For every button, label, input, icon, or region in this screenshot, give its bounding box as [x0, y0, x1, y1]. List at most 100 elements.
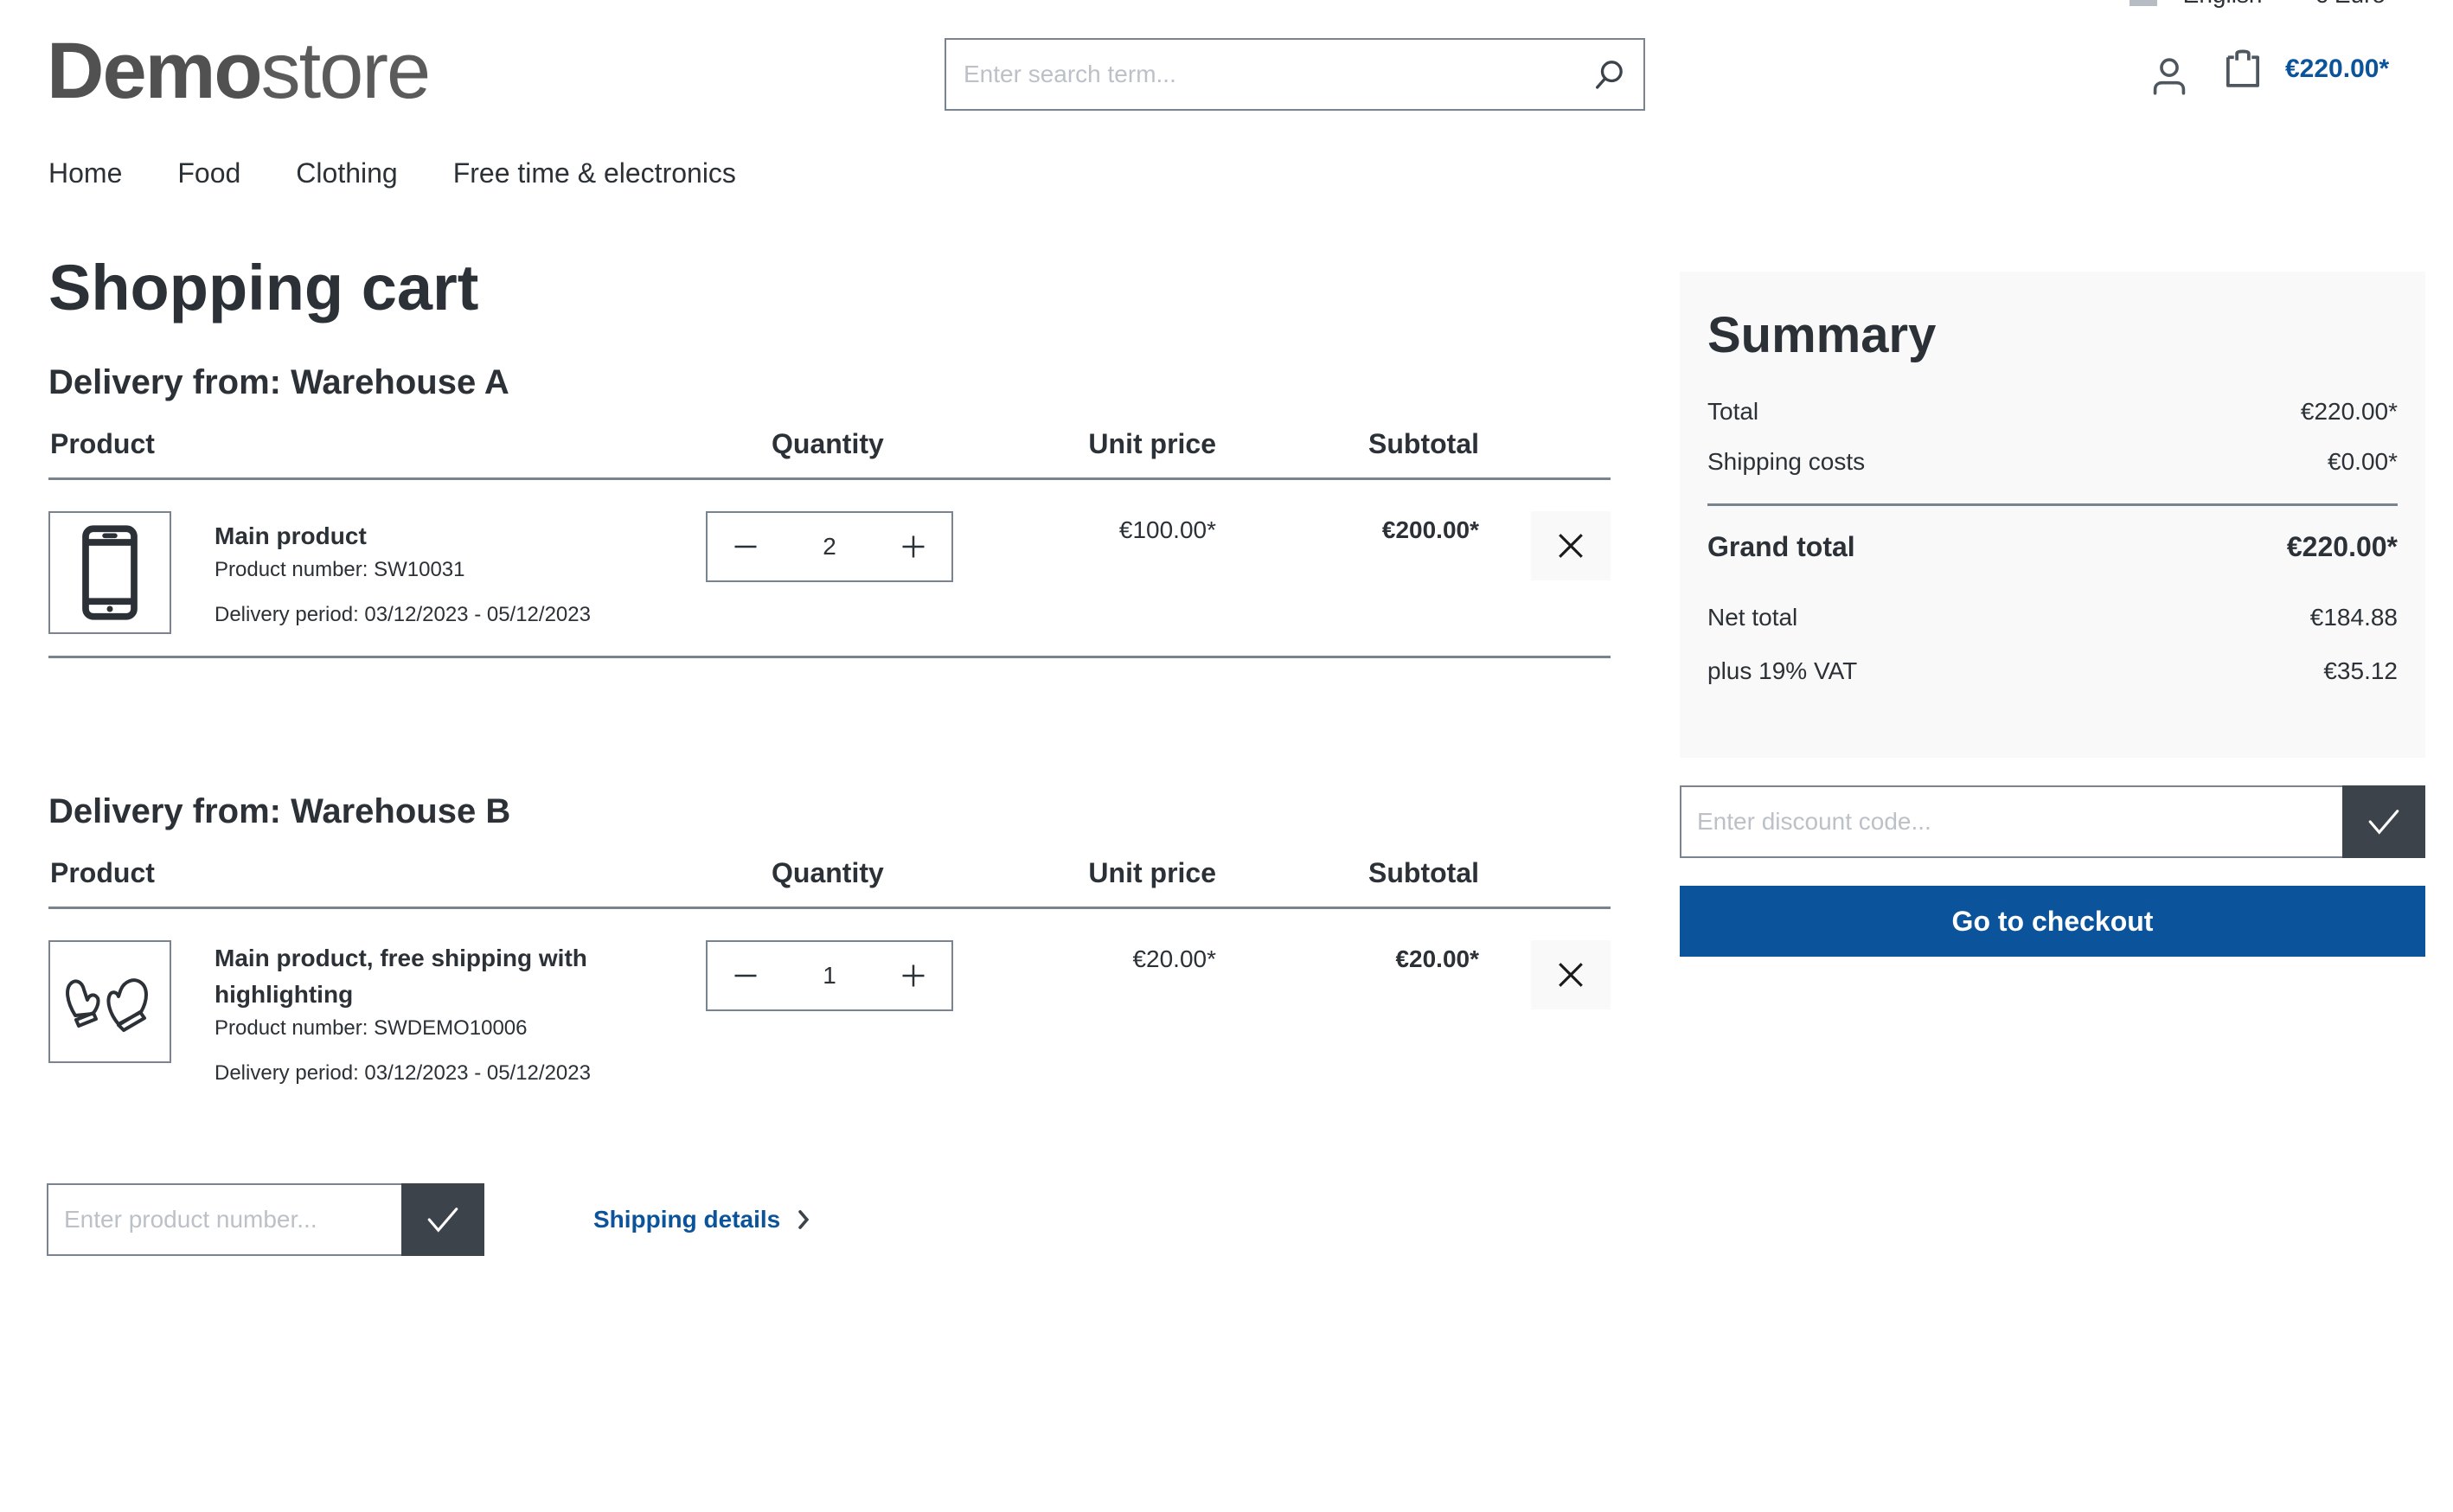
- search-bar: [945, 38, 1645, 111]
- checkmark-icon: [427, 1208, 458, 1233]
- close-icon: [1559, 534, 1583, 558]
- increase-quantity-button[interactable]: [896, 958, 931, 993]
- plus-icon: [902, 964, 925, 987]
- total-label: Total: [1707, 398, 1759, 425]
- page-title: Shopping cart: [48, 252, 479, 324]
- delivery-period: Delivery period: 03/12/2023 - 05/12/2023: [215, 1061, 591, 1085]
- nav-item-free-time-electronics[interactable]: Free time & electronics: [453, 157, 736, 189]
- row-divider: [48, 656, 1611, 658]
- product-image[interactable]: [48, 940, 171, 1063]
- total-value: €220.00*: [2300, 398, 2398, 425]
- discount-code-input[interactable]: [1680, 785, 2342, 858]
- subtotal: €200.00*: [1381, 516, 1479, 543]
- subtotal: €20.00*: [1395, 945, 1479, 972]
- nav-item-clothing[interactable]: Clothing: [296, 157, 397, 189]
- language-selector[interactable]: English: [2129, 0, 2263, 9]
- product-image[interactable]: [48, 511, 171, 634]
- quantity-value[interactable]: 2: [823, 533, 836, 561]
- plus-icon: [902, 535, 925, 558]
- summary-divider: [1707, 503, 2398, 506]
- header-unit-price: Unit price: [1088, 428, 1216, 459]
- summary-vat-row: plus 19% VAT €35.12: [1707, 657, 2398, 685]
- smartphone-icon: [82, 525, 138, 620]
- search-button[interactable]: [1574, 40, 1643, 109]
- delivery-title: Delivery from: Warehouse B: [48, 792, 511, 830]
- account-button[interactable]: [2145, 52, 2194, 100]
- go-to-checkout-button[interactable]: Go to checkout: [1680, 886, 2425, 957]
- product-name[interactable]: Main product: [215, 518, 591, 554]
- summary-grand-total-row: Grand total €220.00*: [1707, 531, 2398, 563]
- header-product: Product: [50, 857, 155, 888]
- header-product: Product: [50, 428, 155, 459]
- search-input[interactable]: [946, 40, 1574, 109]
- summary-title: Summary: [1707, 307, 1937, 363]
- currency-selector[interactable]: € Euro: [2315, 0, 2386, 9]
- unit-price: €100.00*: [1118, 516, 1216, 543]
- shipping-costs-label: Shipping costs: [1707, 448, 1866, 475]
- quantity-value[interactable]: 1: [823, 962, 836, 990]
- product-info: Main product, free shipping with highlig…: [215, 940, 612, 1089]
- product-info: Main product Product number: SW10031 Del…: [215, 518, 591, 631]
- shipping-details-link[interactable]: Shipping details: [593, 1206, 811, 1233]
- product-number-input[interactable]: [47, 1183, 401, 1256]
- shopping-bag-icon: [2226, 49, 2260, 87]
- grand-total-value: €220.00*: [2286, 531, 2398, 562]
- add-product-form: [47, 1183, 484, 1256]
- table-row: Main product, free shipping with highlig…: [48, 909, 1611, 1117]
- cart-button[interactable]: €220.00*: [2223, 48, 2389, 90]
- product-number: Product number: SWDEMO10006: [215, 1016, 528, 1040]
- product-name[interactable]: Main product, free shipping with highlig…: [215, 940, 612, 1013]
- summary-total-row: Total €220.00*: [1707, 398, 2398, 426]
- nav-item-home[interactable]: Home: [48, 157, 122, 189]
- flag-icon: [2129, 0, 2157, 6]
- grand-total-label: Grand total: [1707, 531, 1855, 562]
- nav-item-food[interactable]: Food: [177, 157, 240, 189]
- increase-quantity-button[interactable]: [896, 529, 931, 564]
- shipping-costs-value: €0.00*: [2328, 448, 2398, 475]
- apply-discount-button[interactable]: [2342, 785, 2425, 858]
- delivery-section-warehouse-a: Delivery from: Warehouse A Product Quant…: [48, 363, 1611, 658]
- logo[interactable]: Demostore: [47, 31, 431, 111]
- vat-label: plus 19% VAT: [1707, 657, 1858, 684]
- unit-price: €20.00*: [1132, 945, 1216, 972]
- quantity-stepper: 2: [706, 511, 953, 582]
- user-icon: [2153, 58, 2186, 95]
- close-icon: [1559, 963, 1583, 987]
- minus-icon: [734, 974, 757, 977]
- delivery-section-warehouse-b: Delivery from: Warehouse B Product Quant…: [48, 792, 1611, 1117]
- summary-shipping-row: Shipping costs €0.00*: [1707, 448, 2398, 476]
- search-icon: [1596, 61, 1623, 89]
- header-unit-price: Unit price: [1088, 857, 1216, 888]
- quantity-stepper: 1: [706, 940, 953, 1011]
- net-total-label: Net total: [1707, 604, 1798, 631]
- mittens-icon: [66, 978, 148, 1032]
- minus-icon: [734, 545, 757, 548]
- main-navigation: Home Food Clothing Free time & electroni…: [48, 157, 736, 189]
- checkmark-icon: [2368, 810, 2399, 835]
- chevron-right-icon: [798, 1210, 810, 1229]
- net-total-value: €184.88: [2309, 604, 2398, 631]
- summary-net-total-row: Net total €184.88: [1707, 604, 2398, 631]
- language-label: English: [2183, 0, 2263, 8]
- logo-bold: Demo: [47, 27, 263, 115]
- header-quantity: Quantity: [772, 428, 884, 459]
- delivery-period: Delivery period: 03/12/2023 - 05/12/2023: [215, 603, 591, 626]
- top-bar: English € Euro: [2129, 0, 2386, 9]
- table-row: Main product Product number: SW10031 Del…: [48, 480, 1611, 658]
- table-header: Product Quantity Unit price Subtotal: [48, 831, 1611, 909]
- decrease-quantity-button[interactable]: [728, 958, 763, 993]
- shipping-details-label: Shipping details: [593, 1206, 781, 1233]
- vat-value: €35.12: [2323, 657, 2398, 684]
- add-product-submit-button[interactable]: [401, 1183, 484, 1256]
- logo-light: store: [260, 27, 432, 115]
- header-subtotal: Subtotal: [1368, 428, 1479, 459]
- decrease-quantity-button[interactable]: [728, 529, 763, 564]
- remove-item-button[interactable]: [1531, 940, 1611, 1009]
- header-subtotal: Subtotal: [1368, 857, 1479, 888]
- header-quantity: Quantity: [772, 857, 884, 888]
- delivery-title: Delivery from: Warehouse A: [48, 363, 509, 401]
- product-number: Product number: SW10031: [215, 558, 465, 581]
- remove-item-button[interactable]: [1531, 511, 1611, 580]
- discount-form: [1680, 785, 2425, 858]
- table-header: Product Quantity Unit price Subtotal: [48, 402, 1611, 480]
